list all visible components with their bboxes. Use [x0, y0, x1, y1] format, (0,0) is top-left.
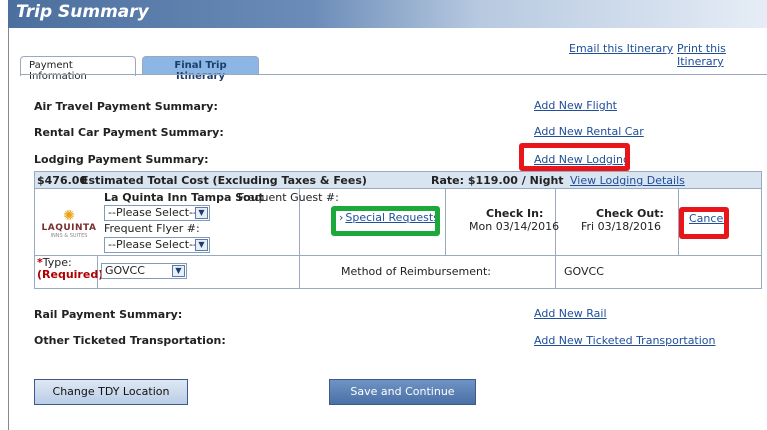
chevron-down-icon: ▼	[195, 207, 208, 219]
check-out-label: Check Out:	[596, 207, 664, 220]
sun-icon: ✺	[63, 208, 75, 224]
add-new-lodging-link[interactable]: Add New Lodging	[534, 153, 630, 166]
title-bar: Trip Summary	[8, 0, 767, 28]
lodging-table-header: $476.00 Estimated Total Cost (Excluding …	[35, 172, 761, 189]
add-new-rental-car-link[interactable]: Add New Rental Car	[534, 125, 644, 138]
change-tdy-location-button[interactable]: Change TDY Location	[34, 379, 188, 405]
tab-final-trip-itinerary[interactable]: Final Trip Itinerary	[142, 56, 259, 82]
add-new-flight-link[interactable]: Add New Flight	[534, 99, 617, 112]
print-itinerary-link[interactable]: Print this Itinerary	[677, 42, 767, 68]
lodging-label: Lodging Payment Summary:	[34, 153, 209, 166]
air-travel-label: Air Travel Payment Summary:	[34, 100, 218, 113]
lodging-cost-label: Estimated Total Cost (Excluding Taxes & …	[81, 174, 367, 187]
cancel-lodging-link[interactable]: Cancel	[689, 212, 726, 225]
chevron-down-icon: ▼	[172, 265, 185, 277]
frequent-flyer-select[interactable]: --Please Select-- ▼	[104, 237, 210, 253]
laquinta-logo: ✺ LAQUINTA INNS & SUITES	[39, 209, 99, 239]
add-new-ticketed-transportation-link[interactable]: Add New Ticketed Transportation	[534, 334, 716, 347]
special-requests-link[interactable]: › Special Requests	[339, 211, 439, 224]
lodging-table: $476.00 Estimated Total Cost (Excluding …	[34, 171, 762, 289]
frequent-guest-select[interactable]: --Please Select-- ▼	[104, 205, 210, 221]
left-border	[8, 28, 9, 430]
check-in-label: Check In:	[486, 207, 544, 220]
page-title: Trip Summary	[16, 2, 149, 22]
lodging-rate: Rate: $119.00 / Night	[431, 174, 564, 187]
method-of-reimbursement-value: GOVCC	[564, 265, 604, 278]
add-new-rail-link[interactable]: Add New Rail	[534, 307, 607, 320]
payment-type-row: *Type: (Required) GOVCC ▼ Method of Reim…	[35, 256, 761, 288]
check-in-value: Mon 03/14/2016	[469, 220, 560, 233]
chevron-down-icon: ▼	[195, 239, 208, 251]
save-and-continue-button[interactable]: Save and Continue	[329, 379, 476, 405]
tab-payment-information[interactable]: Payment Information	[20, 56, 136, 82]
email-itinerary-link[interactable]: Email this Itinerary	[569, 42, 673, 55]
frequent-flyer-label: Frequent Flyer #:	[104, 222, 200, 235]
method-of-reimbursement-label: Method of Reimbursement:	[341, 265, 491, 278]
rental-car-label: Rental Car Payment Summary:	[34, 126, 224, 139]
other-transport-label: Other Ticketed Transportation:	[34, 334, 226, 347]
check-out-value: Fri 03/18/2016	[581, 220, 662, 233]
view-lodging-details-link[interactable]: View Lodging Details	[570, 174, 685, 187]
payment-type-select[interactable]: GOVCC ▼	[101, 263, 187, 279]
tab-divider	[20, 74, 767, 75]
chevron-right-icon: ›	[339, 211, 344, 224]
type-label: *Type: (Required)	[37, 256, 104, 281]
lodging-row: ✺ LAQUINTA INNS & SUITES La Quinta Inn T…	[35, 189, 761, 256]
frequent-guest-label: Frequent Guest #:	[238, 191, 339, 204]
lodging-cost: $476.00	[37, 174, 88, 187]
rail-label: Rail Payment Summary:	[34, 308, 183, 321]
